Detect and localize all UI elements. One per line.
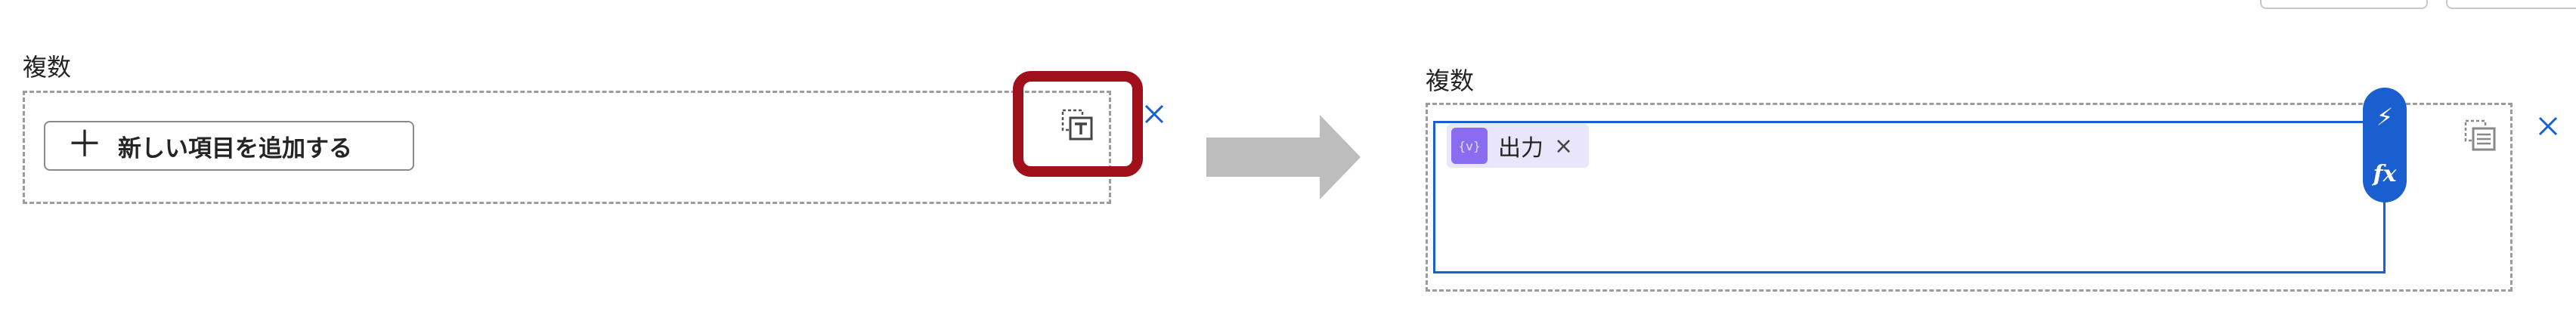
transition-arrow xyxy=(1206,115,1361,199)
add-new-item-button[interactable]: ＋ 新しい項目を追加する xyxy=(44,121,414,171)
switch-to-text-mode-icon[interactable] xyxy=(1061,109,1094,142)
remove-token-icon[interactable]: × xyxy=(1554,133,1573,159)
top-button-partial-1[interactable] xyxy=(2260,0,2428,9)
add-new-item-label: 新しい項目を追加する xyxy=(118,134,353,162)
plus-icon: ＋ xyxy=(67,123,104,165)
dynamic-content-pill: ⚡ fx xyxy=(2363,88,2407,202)
multiple-label-right: 複数 xyxy=(1426,66,1475,95)
output-token-label: 出力 xyxy=(1498,135,1543,162)
expression-fx-icon[interactable]: fx xyxy=(2373,161,2397,187)
lightning-icon[interactable]: ⚡ xyxy=(2376,103,2393,131)
variable-icon: {v} xyxy=(1451,128,1488,164)
top-button-partial-2[interactable] xyxy=(2446,0,2576,9)
output-token[interactable]: {v} 出力 × xyxy=(1447,124,1589,168)
close-icon-right[interactable] xyxy=(2537,115,2559,138)
close-icon-left[interactable] xyxy=(1143,103,1166,125)
switch-to-array-mode-icon[interactable] xyxy=(2464,119,2497,153)
multiple-label-left: 複数 xyxy=(23,53,72,82)
